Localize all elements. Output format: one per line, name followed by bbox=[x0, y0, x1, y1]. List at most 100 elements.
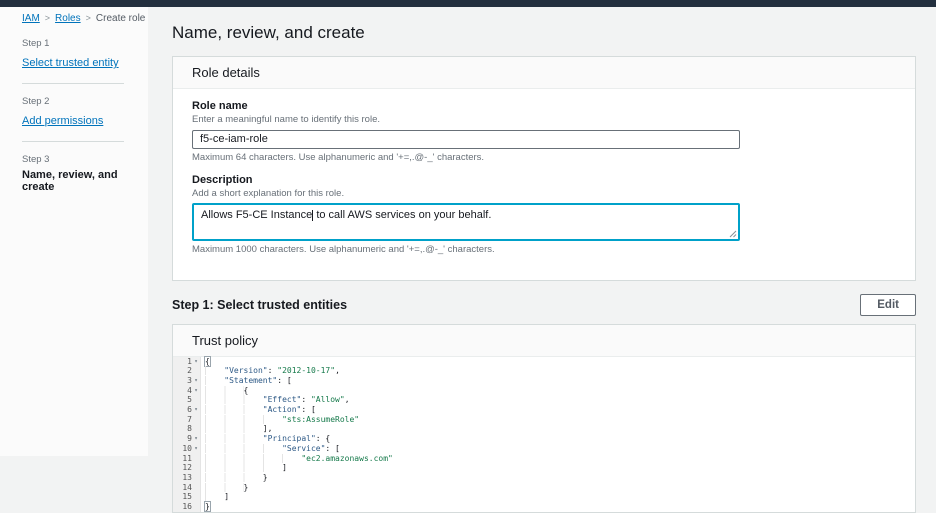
code-text: } bbox=[201, 483, 248, 493]
code-text: { bbox=[201, 386, 248, 396]
code-line: 8 ], bbox=[173, 424, 915, 434]
line-number: 6▾ bbox=[173, 405, 201, 415]
step-number: Step 2 bbox=[22, 96, 148, 107]
breadcrumb-separator-icon: > bbox=[45, 13, 50, 23]
trust-policy-card: Trust policy 1▾{2 "Version": "2012-10-17… bbox=[172, 324, 916, 513]
line-number: 5 bbox=[173, 395, 201, 405]
code-line: 14 } bbox=[173, 483, 915, 493]
code-text: ], bbox=[201, 424, 272, 434]
code-text: { bbox=[201, 357, 210, 367]
description-text-after-caret: to call AWS services on your behalf. bbox=[313, 209, 491, 221]
code-line: 2 "Version": "2012-10-17", bbox=[173, 366, 915, 376]
fold-toggle-icon[interactable]: ▾ bbox=[192, 386, 200, 396]
description-text-before-caret: Allows F5-CE Instance bbox=[201, 209, 312, 221]
role-name-input[interactable] bbox=[192, 130, 740, 149]
edit-button[interactable]: Edit bbox=[860, 294, 916, 316]
description-helper: Add a short explanation for this role. bbox=[192, 188, 896, 199]
fold-spacer bbox=[192, 366, 200, 376]
code-text: "Statement": [ bbox=[201, 376, 292, 386]
description-textarea[interactable]: Allows F5-CE Instance to call AWS servic… bbox=[192, 203, 740, 241]
fold-spacer bbox=[192, 473, 200, 483]
code-text: ] bbox=[201, 463, 287, 473]
code-text: ] bbox=[201, 492, 229, 502]
code-text: "Service": [ bbox=[201, 444, 340, 454]
code-line: 7 "sts:AssumeRole" bbox=[173, 415, 915, 425]
top-navigation-bar bbox=[0, 0, 936, 7]
resize-handle-icon[interactable] bbox=[729, 230, 737, 238]
breadcrumb-create-role: Create role bbox=[96, 13, 145, 24]
code-line: 10▾ "Service": [ bbox=[173, 444, 915, 454]
code-text: "Effect": "Allow", bbox=[201, 395, 350, 405]
code-line: 11 "ec2.amazonaws.com" bbox=[173, 454, 915, 464]
line-number: 1▾ bbox=[173, 357, 201, 367]
code-line: 5 "Effect": "Allow", bbox=[173, 395, 915, 405]
fold-spacer bbox=[192, 424, 200, 434]
code-line: 3▾ "Statement": [ bbox=[173, 376, 915, 386]
fold-spacer bbox=[192, 454, 200, 464]
role-name-helper: Enter a meaningful name to identify this… bbox=[192, 114, 896, 125]
line-number: 10▾ bbox=[173, 444, 201, 454]
sidebar-step-2-label[interactable]: Add permissions bbox=[22, 115, 103, 127]
step1-heading: Step 1: Select trusted entities bbox=[172, 298, 347, 312]
step-number: Step 3 bbox=[22, 154, 148, 165]
fold-toggle-icon[interactable]: ▾ bbox=[192, 376, 200, 386]
code-line: 6▾ "Action": [ bbox=[173, 405, 915, 415]
line-number: 8 bbox=[173, 424, 201, 434]
line-number: 14 bbox=[173, 483, 201, 493]
code-line: 1▾{ bbox=[173, 357, 915, 367]
step-group-2: Step 2 Add permissions bbox=[22, 96, 148, 129]
breadcrumb-iam[interactable]: IAM bbox=[22, 13, 40, 24]
line-number: 16 bbox=[173, 502, 201, 512]
page-title: Name, review, and create bbox=[172, 23, 916, 43]
line-number: 2 bbox=[173, 366, 201, 376]
breadcrumb-separator-icon: > bbox=[86, 13, 91, 23]
fold-spacer bbox=[192, 502, 200, 512]
sidebar-step-1-label[interactable]: Select trusted entity bbox=[22, 57, 119, 69]
fold-toggle-icon[interactable]: ▾ bbox=[192, 444, 200, 454]
code-line: 15 ] bbox=[173, 492, 915, 502]
fold-spacer bbox=[192, 492, 200, 502]
fold-toggle-icon[interactable]: ▾ bbox=[192, 357, 200, 367]
sidebar-divider bbox=[22, 83, 124, 84]
steps-sidebar: IAM > Roles > Create role Step 1 Select trust… bbox=[0, 7, 148, 456]
code-line: 9▾ "Principal": { bbox=[173, 434, 915, 444]
page: IAM > Roles > Create role Step 1 Select trust… bbox=[0, 0, 936, 456]
code-text: "Action": [ bbox=[201, 405, 316, 415]
line-number: 12 bbox=[173, 463, 201, 473]
line-number: 13 bbox=[173, 473, 201, 483]
code-text: "Principal": { bbox=[201, 434, 330, 444]
code-line: 16} bbox=[173, 502, 915, 512]
code-line: 13 } bbox=[173, 473, 915, 483]
trust-policy-editor[interactable]: 1▾{2 "Version": "2012-10-17",3▾ "Stateme… bbox=[173, 357, 915, 512]
fold-spacer bbox=[192, 415, 200, 425]
breadcrumb: IAM > Roles > Create role bbox=[22, 13, 148, 24]
wizard-steps: Step 1 Select trusted entity Step 2 Add per… bbox=[22, 38, 148, 195]
breadcrumb-roles[interactable]: Roles bbox=[55, 13, 81, 24]
fold-toggle-icon[interactable]: ▾ bbox=[192, 405, 200, 415]
code-text: } bbox=[201, 473, 268, 483]
step-number: Step 1 bbox=[22, 38, 148, 49]
description-constraint: Maximum 1000 characters. Use alphanumeri… bbox=[192, 244, 896, 255]
code-line: 4▾ { bbox=[173, 386, 915, 396]
role-name-constraint: Maximum 64 characters. Use alphanumeric … bbox=[192, 152, 896, 163]
fold-spacer bbox=[192, 395, 200, 405]
code-text: "sts:AssumeRole" bbox=[201, 415, 359, 425]
code-text: } bbox=[201, 502, 210, 512]
role-details-header: Role details bbox=[173, 57, 915, 89]
line-number: 9▾ bbox=[173, 434, 201, 444]
role-name-label: Role name bbox=[192, 100, 896, 112]
step-group-3: Step 3 Name, review, and create bbox=[22, 154, 148, 195]
fold-toggle-icon[interactable]: ▾ bbox=[192, 434, 200, 444]
line-number: 11 bbox=[173, 454, 201, 464]
fold-spacer bbox=[192, 483, 200, 493]
step-group-1: Step 1 Select trusted entity bbox=[22, 38, 148, 71]
line-number: 15 bbox=[173, 492, 201, 502]
trust-policy-header: Trust policy bbox=[173, 325, 915, 357]
role-details-body: Role name Enter a meaningful name to ide… bbox=[173, 89, 915, 280]
code-text: "ec2.amazonaws.com" bbox=[201, 454, 393, 464]
code-line: 12 ] bbox=[173, 463, 915, 473]
step1-section-header: Step 1: Select trusted entities Edit bbox=[172, 294, 916, 316]
line-number: 3▾ bbox=[173, 376, 201, 386]
sidebar-divider bbox=[22, 141, 124, 142]
sidebar-step-3-label: Name, review, and create bbox=[22, 169, 148, 193]
